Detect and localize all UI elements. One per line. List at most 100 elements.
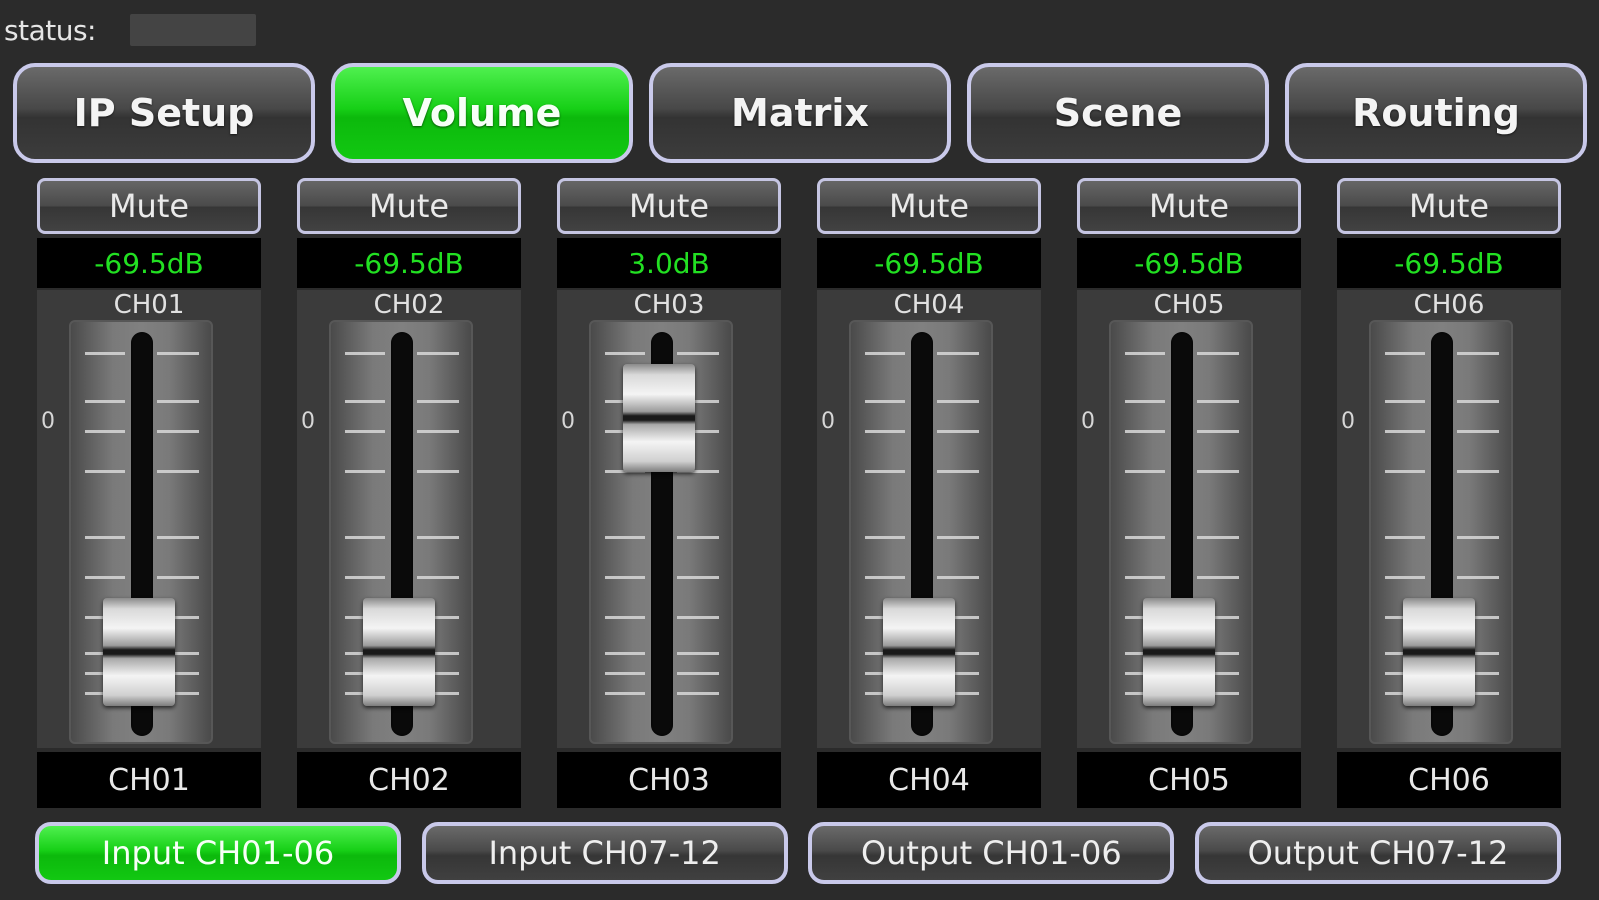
tab-scene[interactable]: Scene xyxy=(967,63,1269,163)
fader-knob[interactable] xyxy=(883,598,955,706)
mute-button[interactable]: Mute xyxy=(297,178,521,234)
zero-db-mark: 0 xyxy=(1341,409,1355,434)
fader-tick xyxy=(85,400,125,403)
fader-tick xyxy=(1197,400,1239,403)
fader-tick xyxy=(157,576,199,579)
fader-knob[interactable] xyxy=(103,598,175,706)
fader-tick xyxy=(1457,536,1499,539)
tab-matrix[interactable]: Matrix xyxy=(649,63,951,163)
status-value xyxy=(129,14,256,46)
fader-knob[interactable] xyxy=(1143,598,1215,706)
fader-tick xyxy=(1385,470,1425,473)
fader-tick xyxy=(677,616,719,619)
fader-panel: CH06 0 xyxy=(1337,290,1561,748)
mute-button[interactable]: Mute xyxy=(1077,178,1301,234)
db-readout: 3.0dB xyxy=(557,238,781,288)
fader-tick xyxy=(1197,576,1239,579)
fader-tick xyxy=(157,430,199,433)
tab-output-ch01-06[interactable]: Output CH01-06 xyxy=(808,822,1175,884)
tab-routing[interactable]: Routing xyxy=(1285,63,1587,163)
fader-tick xyxy=(937,536,979,539)
db-readout: -69.5dB xyxy=(817,238,1041,288)
fader-tick xyxy=(605,352,645,355)
fader-tick xyxy=(1125,352,1165,355)
channel-strip-ch06: Mute -69.5dB CH06 0 CH06 xyxy=(1337,178,1561,810)
tab-output-ch07-12[interactable]: Output CH07-12 xyxy=(1194,822,1561,884)
fader-knob[interactable] xyxy=(1403,598,1475,706)
fader-tick xyxy=(1125,536,1165,539)
channel-name: CH03 xyxy=(557,752,781,808)
tab-ip-setup[interactable]: IP Setup xyxy=(13,63,315,163)
zero-db-mark: 0 xyxy=(561,409,575,434)
fader-tick xyxy=(1125,576,1165,579)
fader-tick xyxy=(1385,576,1425,579)
fader-tick xyxy=(1457,430,1499,433)
fader-tick xyxy=(345,352,385,355)
fader-tick xyxy=(677,536,719,539)
status-bar: status: xyxy=(4,10,256,50)
fader-knob[interactable] xyxy=(623,364,695,472)
channel-top-label: CH01 xyxy=(113,290,185,320)
main-tabs: IP Setup Volume Matrix Scene Routing xyxy=(13,63,1587,167)
fader-tick xyxy=(605,536,645,539)
db-readout: -69.5dB xyxy=(37,238,261,288)
fader-knob[interactable] xyxy=(363,598,435,706)
fader-tick xyxy=(677,672,719,675)
channel-top-label: CH06 xyxy=(1413,290,1485,320)
channel-strip-ch02: Mute -69.5dB CH02 0 CH02 xyxy=(297,178,521,810)
fader-tick xyxy=(605,692,645,695)
fader-tick xyxy=(1385,352,1425,355)
fader-panel: CH01 0 xyxy=(37,290,261,748)
db-readout: -69.5dB xyxy=(1077,238,1301,288)
fader-tick xyxy=(1385,536,1425,539)
fader-tick xyxy=(1125,400,1165,403)
fader-tick xyxy=(605,672,645,675)
channel-name: CH01 xyxy=(37,752,261,808)
fader-tick xyxy=(157,352,199,355)
fader-tick xyxy=(417,352,459,355)
fader-tick xyxy=(1125,430,1165,433)
fader-tick xyxy=(345,430,385,433)
fader-tick xyxy=(345,470,385,473)
zero-db-mark: 0 xyxy=(1081,409,1095,434)
fader-tick xyxy=(157,470,199,473)
mute-button[interactable]: Mute xyxy=(37,178,261,234)
channel-strip-ch04: Mute -69.5dB CH04 0 CH04 xyxy=(817,178,1041,810)
fader-tick xyxy=(677,352,719,355)
channel-strips: Mute -69.5dB CH01 0 CH01 Mute -69.5dB CH… xyxy=(37,178,1561,810)
fader-tick xyxy=(937,576,979,579)
fader-panel: CH04 0 xyxy=(817,290,1041,748)
fader-tick xyxy=(1385,430,1425,433)
fader-frame xyxy=(1369,320,1513,744)
channel-name: CH05 xyxy=(1077,752,1301,808)
channel-group-tabs: Input CH01-06 Input CH07-12 Output CH01-… xyxy=(35,822,1561,884)
mute-button[interactable]: Mute xyxy=(1337,178,1561,234)
fader-tick xyxy=(157,400,199,403)
fader-frame xyxy=(329,320,473,744)
fader-tick xyxy=(677,576,719,579)
mute-button[interactable]: Mute xyxy=(557,178,781,234)
zero-db-mark: 0 xyxy=(821,409,835,434)
fader-tick xyxy=(1457,576,1499,579)
fader-tick xyxy=(85,536,125,539)
fader-tick xyxy=(937,400,979,403)
mute-button[interactable]: Mute xyxy=(817,178,1041,234)
fader-tick xyxy=(865,430,905,433)
channel-top-label: CH02 xyxy=(373,290,445,320)
fader-tick xyxy=(1457,400,1499,403)
fader-tick xyxy=(417,430,459,433)
db-readout: -69.5dB xyxy=(297,238,521,288)
fader-tick xyxy=(937,352,979,355)
mixer-app: status: IP Setup Volume Matrix Scene Rou… xyxy=(0,0,1599,900)
tab-input-ch07-12[interactable]: Input CH07-12 xyxy=(421,822,788,884)
fader-panel: CH02 0 xyxy=(297,290,521,748)
fader-tick xyxy=(1197,470,1239,473)
tab-volume[interactable]: Volume xyxy=(331,63,633,163)
fader-tick xyxy=(677,692,719,695)
fader-tick xyxy=(1457,352,1499,355)
tab-input-ch01-06[interactable]: Input CH01-06 xyxy=(35,822,401,884)
fader-tick xyxy=(605,652,645,655)
fader-tick xyxy=(1197,430,1239,433)
fader-tick xyxy=(865,400,905,403)
fader-tick xyxy=(1197,536,1239,539)
